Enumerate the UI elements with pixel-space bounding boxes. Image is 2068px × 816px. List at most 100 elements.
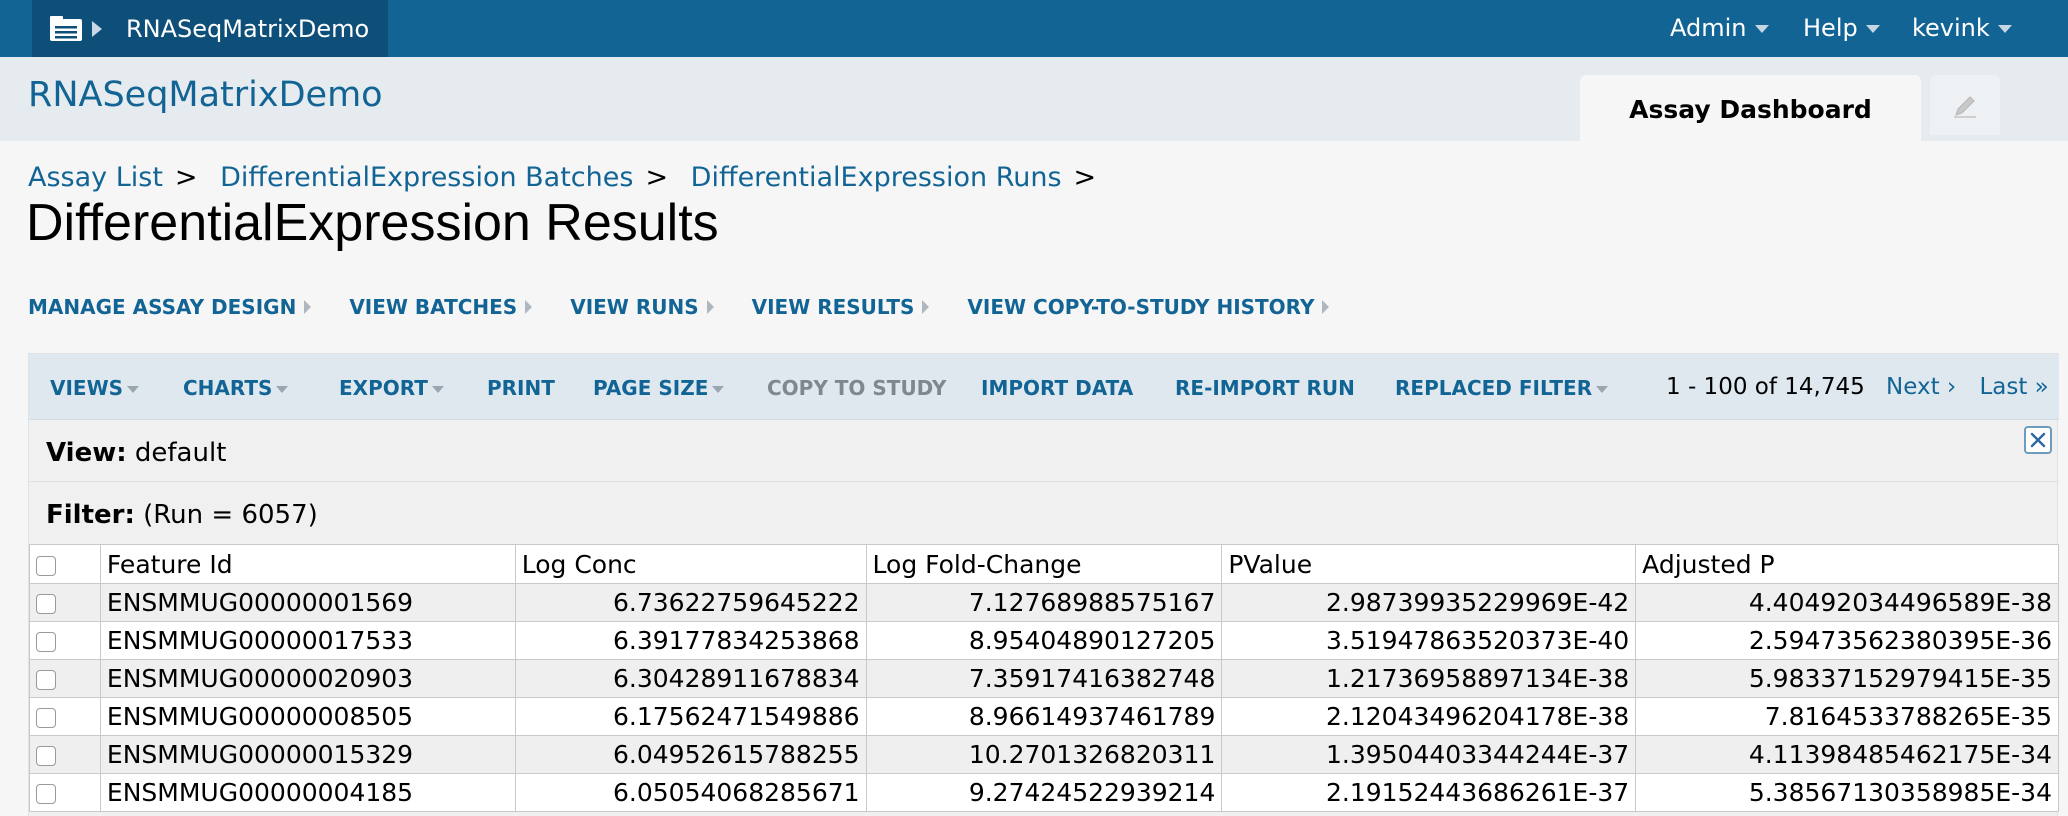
chevron-down-icon [1997, 25, 2012, 33]
log-fold-change-cell: 10.2701326820311 [865, 735, 1223, 774]
feature-id-cell: ENSMMUG00000008505 [99, 697, 516, 736]
caret-right-icon [525, 300, 533, 314]
breadcrumb-separator: > [645, 162, 669, 193]
log-conc-cell: 6.04952615788255 [514, 735, 867, 774]
project-title-link[interactable]: RNASeqMatrixDemo [28, 75, 383, 115]
admin-menu[interactable]: Admin [1670, 14, 1769, 42]
results-table: Feature Id Log Conc Log Fold-Change PVal… [29, 544, 2059, 812]
log-conc-cell: 6.73622759645222 [514, 583, 867, 622]
log-fold-change-cell: 7.35917416382748 [865, 659, 1223, 698]
row-select-cell [29, 735, 101, 774]
user-menu[interactable]: kevink [1912, 14, 2012, 42]
filter-message: Filter: (Run = 6057) [29, 482, 2059, 542]
page-size-menu-label: PAGE SIZE [593, 376, 709, 400]
chevron-down-icon [431, 386, 444, 393]
row-checkbox[interactable] [36, 670, 56, 690]
manage-assay-design-link[interactable]: MANAGE ASSAY DESIGN [28, 295, 312, 319]
pvalue-cell: 2.98739935229969E-42 [1221, 583, 1637, 622]
filter-label: Filter: [46, 500, 135, 530]
chevron-down-icon [127, 386, 140, 393]
column-header-log-conc[interactable]: Log Conc [514, 544, 867, 584]
charts-menu[interactable]: CHARTS [183, 376, 289, 400]
view-results-link[interactable]: VIEW RESULTS [752, 295, 930, 319]
export-menu[interactable]: EXPORT [339, 376, 444, 400]
row-select-cell [29, 659, 101, 698]
chevron-down-icon [276, 386, 289, 393]
pvalue-cell: 3.51947863520373E-40 [1221, 621, 1637, 660]
view-runs-link[interactable]: VIEW RUNS [570, 295, 714, 319]
copy-to-study-button[interactable]: COPY TO STUDY [767, 376, 946, 400]
replaced-filter-menu[interactable]: REPLACED FILTER [1395, 376, 1609, 400]
column-header-pvalue[interactable]: PValue [1221, 544, 1637, 584]
view-message: View: default [29, 420, 2059, 482]
tab-assay-dashboard[interactable]: Assay Dashboard [1580, 75, 1921, 141]
column-header-adjusted-p[interactable]: Adjusted P [1635, 544, 2059, 584]
close-message-button[interactable] [2024, 426, 2052, 454]
last-page-link[interactable]: Last » [1979, 374, 2048, 400]
print-button[interactable]: PRINT [487, 376, 555, 400]
row-checkbox[interactable] [36, 632, 56, 652]
log-conc-cell: 6.05054068285671 [514, 773, 867, 812]
row-checkbox[interactable] [36, 594, 56, 614]
feature-id-cell: ENSMMUG00000015329 [99, 735, 516, 774]
row-checkbox[interactable] [36, 746, 56, 766]
reimport-run-button[interactable]: RE-IMPORT RUN [1175, 376, 1355, 400]
table-row: ENSMMUG00000017533 6.39177834253868 8.95… [29, 621, 2059, 660]
paging-status: 1 - 100 of 14,745 [1666, 374, 1865, 400]
pvalue-cell: 1.21736958897134E-38 [1221, 659, 1637, 698]
export-menu-label: EXPORT [339, 376, 428, 400]
view-copy-to-study-history-link[interactable]: VIEW COPY-TO-STUDY HISTORY [967, 295, 1330, 319]
pvalue-cell: 2.19152443686261E-37 [1221, 773, 1637, 812]
column-header-feature-id[interactable]: Feature Id [99, 544, 516, 584]
adjusted-p-cell: 4.40492034496589E-38 [1635, 583, 2059, 622]
log-fold-change-cell: 8.96614937461789 [865, 697, 1223, 736]
tab-edit[interactable] [1930, 75, 2000, 135]
log-fold-change-cell: 9.27424522939214 [865, 773, 1223, 812]
breadcrumb-separator: > [174, 162, 198, 193]
filter-value: (Run = 6057) [143, 500, 318, 530]
manage-assay-design-label: MANAGE ASSAY DESIGN [28, 295, 297, 319]
assay-actions: MANAGE ASSAY DESIGN VIEW BATCHES VIEW RU… [28, 295, 1330, 319]
row-select-cell [29, 621, 101, 660]
adjusted-p-cell: 5.98337152979415E-35 [1635, 659, 2059, 698]
view-batches-link[interactable]: VIEW BATCHES [349, 295, 533, 319]
adjusted-p-cell: 5.38567130358985E-34 [1635, 773, 2059, 812]
table-row: ENSMMUG00000004185 6.05054068285671 9.27… [29, 773, 2059, 812]
adjusted-p-cell: 7.8164533788265E-35 [1635, 697, 2059, 736]
page-size-menu[interactable]: PAGE SIZE [593, 376, 725, 400]
feature-id-cell: ENSMMUG00000001569 [99, 583, 516, 622]
log-conc-cell: 6.30428911678834 [514, 659, 867, 698]
next-page-link[interactable]: Next › [1886, 374, 1956, 400]
breadcrumb-batches[interactable]: DifferentialExpression Batches [220, 162, 633, 193]
breadcrumb-assay-list[interactable]: Assay List [28, 162, 163, 193]
paging-controls: 1 - 100 of 14,745 Next › Last » [1666, 374, 2049, 400]
filter-message-text: Filter: (Run = 6057) [46, 500, 318, 530]
caret-right-icon [1322, 300, 1330, 314]
charts-menu-label: CHARTS [183, 376, 273, 400]
caret-right-icon [304, 300, 312, 314]
chevron-down-icon [1865, 25, 1880, 33]
pvalue-cell: 1.39504403344244E-37 [1221, 735, 1637, 774]
folder-icon [50, 16, 82, 41]
breadcrumb-separator: > [1073, 162, 1097, 193]
row-checkbox[interactable] [36, 784, 56, 804]
import-data-button[interactable]: IMPORT DATA [981, 376, 1133, 400]
views-menu[interactable]: VIEWS [50, 376, 140, 400]
pvalue-cell: 2.12043496204178E-38 [1221, 697, 1637, 736]
help-menu[interactable]: Help [1803, 14, 1880, 42]
table-row: ENSMMUG00000020903 6.30428911678834 7.35… [29, 659, 2059, 698]
row-checkbox[interactable] [36, 708, 56, 728]
select-all-checkbox[interactable] [36, 555, 56, 576]
column-header-log-fold-change[interactable]: Log Fold-Change [865, 544, 1223, 584]
chevron-down-icon [1596, 386, 1609, 393]
caret-right-icon [92, 21, 102, 37]
breadcrumb-runs[interactable]: DifferentialExpression Runs [691, 162, 1062, 193]
log-fold-change-cell: 7.12768988575167 [865, 583, 1223, 622]
table-header-row: Feature Id Log Conc Log Fold-Change PVal… [29, 544, 2059, 584]
project-menu[interactable]: RNASeqMatrixDemo [32, 0, 388, 57]
log-conc-cell: 6.17562471549886 [514, 697, 867, 736]
row-select-cell [29, 697, 101, 736]
row-select-cell [29, 583, 101, 622]
chevron-down-icon [1754, 25, 1769, 33]
view-batches-label: VIEW BATCHES [349, 295, 518, 319]
